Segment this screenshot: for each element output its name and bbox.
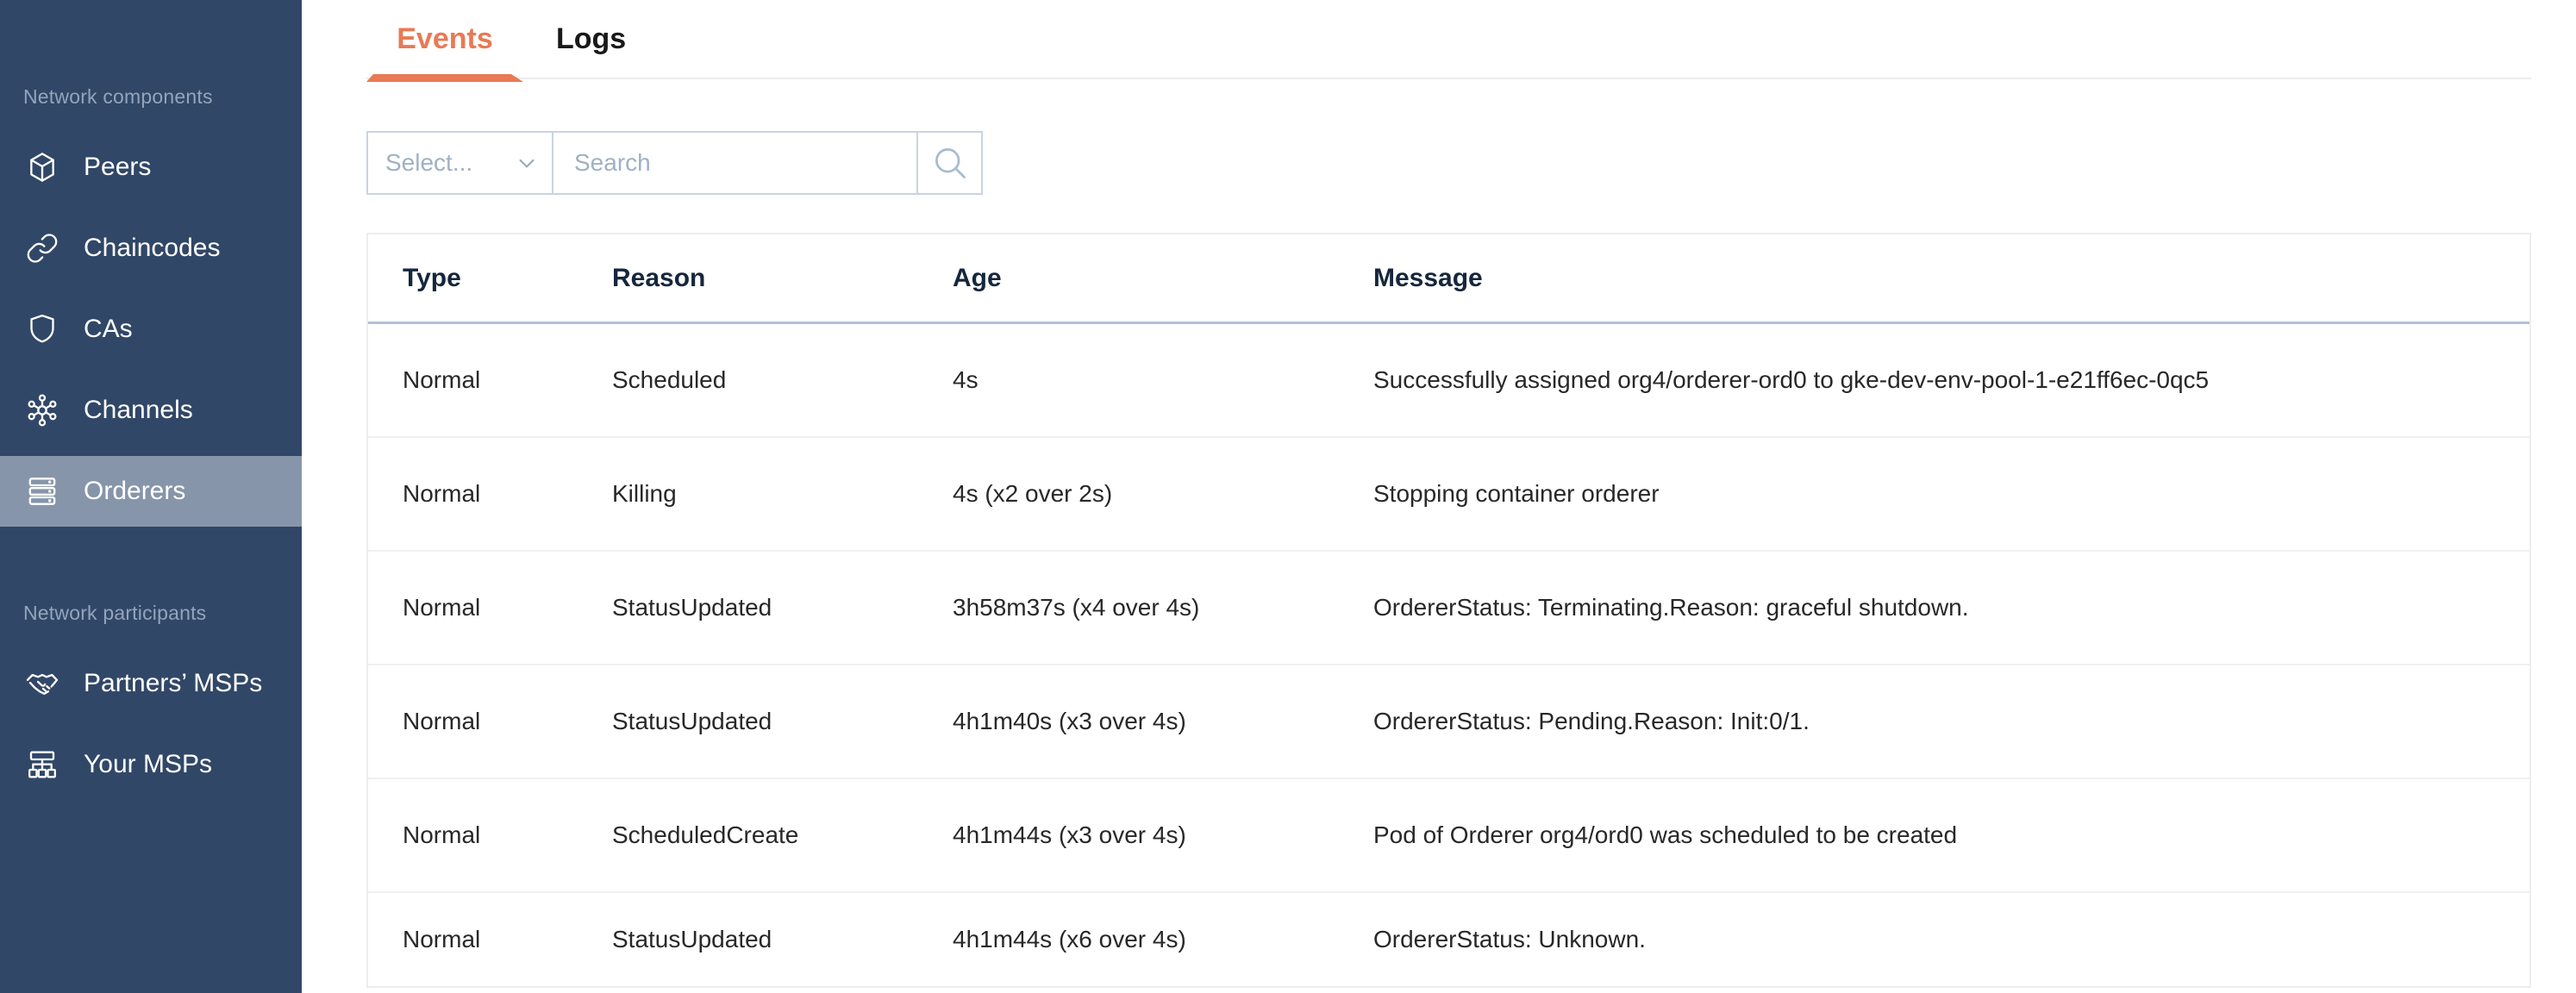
sidebar-item-label: Orderers <box>84 477 185 506</box>
filter-select[interactable]: Select... <box>366 131 553 195</box>
chevron-down-icon <box>514 150 540 176</box>
main-content: Events Logs Select... Type <box>302 0 2576 993</box>
sidebar-section-label-components: Network components <box>23 84 302 109</box>
search-icon <box>931 144 969 182</box>
tab-logs[interactable]: Logs <box>554 0 628 78</box>
table-row: Normal StatusUpdated 4h1m40s (x3 over 4s… <box>368 665 2529 779</box>
cell-age: 4s (x2 over 2s) <box>953 480 1373 508</box>
column-header-reason: Reason <box>612 264 953 293</box>
sidebar-item-label: Your MSPs <box>84 750 212 779</box>
hierarchy-icon <box>25 747 59 782</box>
table-row: Normal StatusUpdated 3h58m37s (x4 over 4… <box>368 552 2529 665</box>
cell-message: OrdererStatus: Unknown. <box>1373 926 2529 953</box>
sidebar-item-orderers[interactable]: Orderers <box>0 456 302 527</box>
cell-type: Normal <box>403 366 612 394</box>
sidebar-item-label: CAs <box>84 315 133 344</box>
cell-age: 4h1m40s (x3 over 4s) <box>953 708 1373 735</box>
handshake-icon <box>25 666 59 701</box>
table-row: Normal ScheduledCreate 4h1m44s (x3 over … <box>368 779 2529 893</box>
sidebar-item-partners-msps[interactable]: Partners’ MSPs <box>0 648 302 719</box>
cell-message: OrdererStatus: Terminating.Reason: grace… <box>1373 594 2529 621</box>
cell-reason: StatusUpdated <box>612 708 953 735</box>
column-header-type: Type <box>403 264 612 293</box>
table-row: Normal Killing 4s (x2 over 2s) Stopping … <box>368 438 2529 552</box>
cell-age: 4h1m44s (x3 over 4s) <box>953 821 1373 849</box>
sidebar-item-label: Peers <box>84 153 151 182</box>
sidebar-item-label: Partners’ MSPs <box>84 669 262 698</box>
tab-bar: Events Logs <box>366 0 2531 79</box>
cell-message: Pod of Orderer org4/ord0 was scheduled t… <box>1373 821 2529 849</box>
column-header-age: Age <box>953 264 1373 293</box>
cube-icon <box>25 150 59 184</box>
table-row: Normal Scheduled 4s Successfully assigne… <box>368 324 2529 438</box>
search-box <box>552 131 983 195</box>
cell-reason: Killing <box>612 480 953 508</box>
network-icon <box>25 393 59 428</box>
cell-type: Normal <box>403 821 612 849</box>
sidebar-item-chaincodes[interactable]: Chaincodes <box>0 213 302 284</box>
active-tab-underline <box>366 74 523 82</box>
sidebar: Network components Peers Chaincodes CAs <box>0 0 302 993</box>
cell-message: OrdererStatus: Pending.Reason: Init:0/1. <box>1373 708 2529 735</box>
sidebar-item-label: Chaincodes <box>84 234 220 263</box>
search-input[interactable] <box>553 133 916 193</box>
sidebar-item-label: Channels <box>84 396 193 425</box>
cell-age: 3h58m37s (x4 over 4s) <box>953 594 1373 621</box>
sidebar-section-label-participants: Network participants <box>23 600 302 626</box>
cell-type: Normal <box>403 480 612 508</box>
column-header-message: Message <box>1373 264 2529 293</box>
table-header-row: Type Reason Age Message <box>368 234 2529 324</box>
tab-logs-label: Logs <box>556 22 626 56</box>
sidebar-item-your-msps[interactable]: Your MSPs <box>0 729 302 800</box>
filter-bar: Select... <box>366 131 2531 195</box>
cell-type: Normal <box>403 594 612 621</box>
cell-age: 4s <box>953 366 1373 394</box>
tab-events[interactable]: Events <box>366 0 523 78</box>
cell-type: Normal <box>403 708 612 735</box>
cell-type: Normal <box>403 926 612 953</box>
sidebar-item-peers[interactable]: Peers <box>0 132 302 203</box>
sidebar-item-cas[interactable]: CAs <box>0 294 302 365</box>
search-button[interactable] <box>918 133 981 193</box>
cell-reason: StatusUpdated <box>612 594 953 621</box>
cell-message: Successfully assigned org4/orderer-ord0 … <box>1373 366 2529 394</box>
tab-events-label: Events <box>397 22 493 56</box>
filter-select-placeholder: Select... <box>385 149 472 177</box>
cell-age: 4h1m44s (x6 over 4s) <box>953 926 1373 953</box>
cell-message: Stopping container orderer <box>1373 480 2529 508</box>
cell-reason: ScheduledCreate <box>612 821 953 849</box>
table-row: Normal StatusUpdated 4h1m44s (x6 over 4s… <box>368 893 2529 986</box>
sidebar-item-channels[interactable]: Channels <box>0 375 302 446</box>
shield-icon <box>25 312 59 347</box>
servers-icon <box>25 474 59 509</box>
events-table: Type Reason Age Message Normal Scheduled… <box>366 233 2531 988</box>
link-icon <box>25 231 59 265</box>
cell-reason: Scheduled <box>612 366 953 394</box>
cell-reason: StatusUpdated <box>612 926 953 953</box>
